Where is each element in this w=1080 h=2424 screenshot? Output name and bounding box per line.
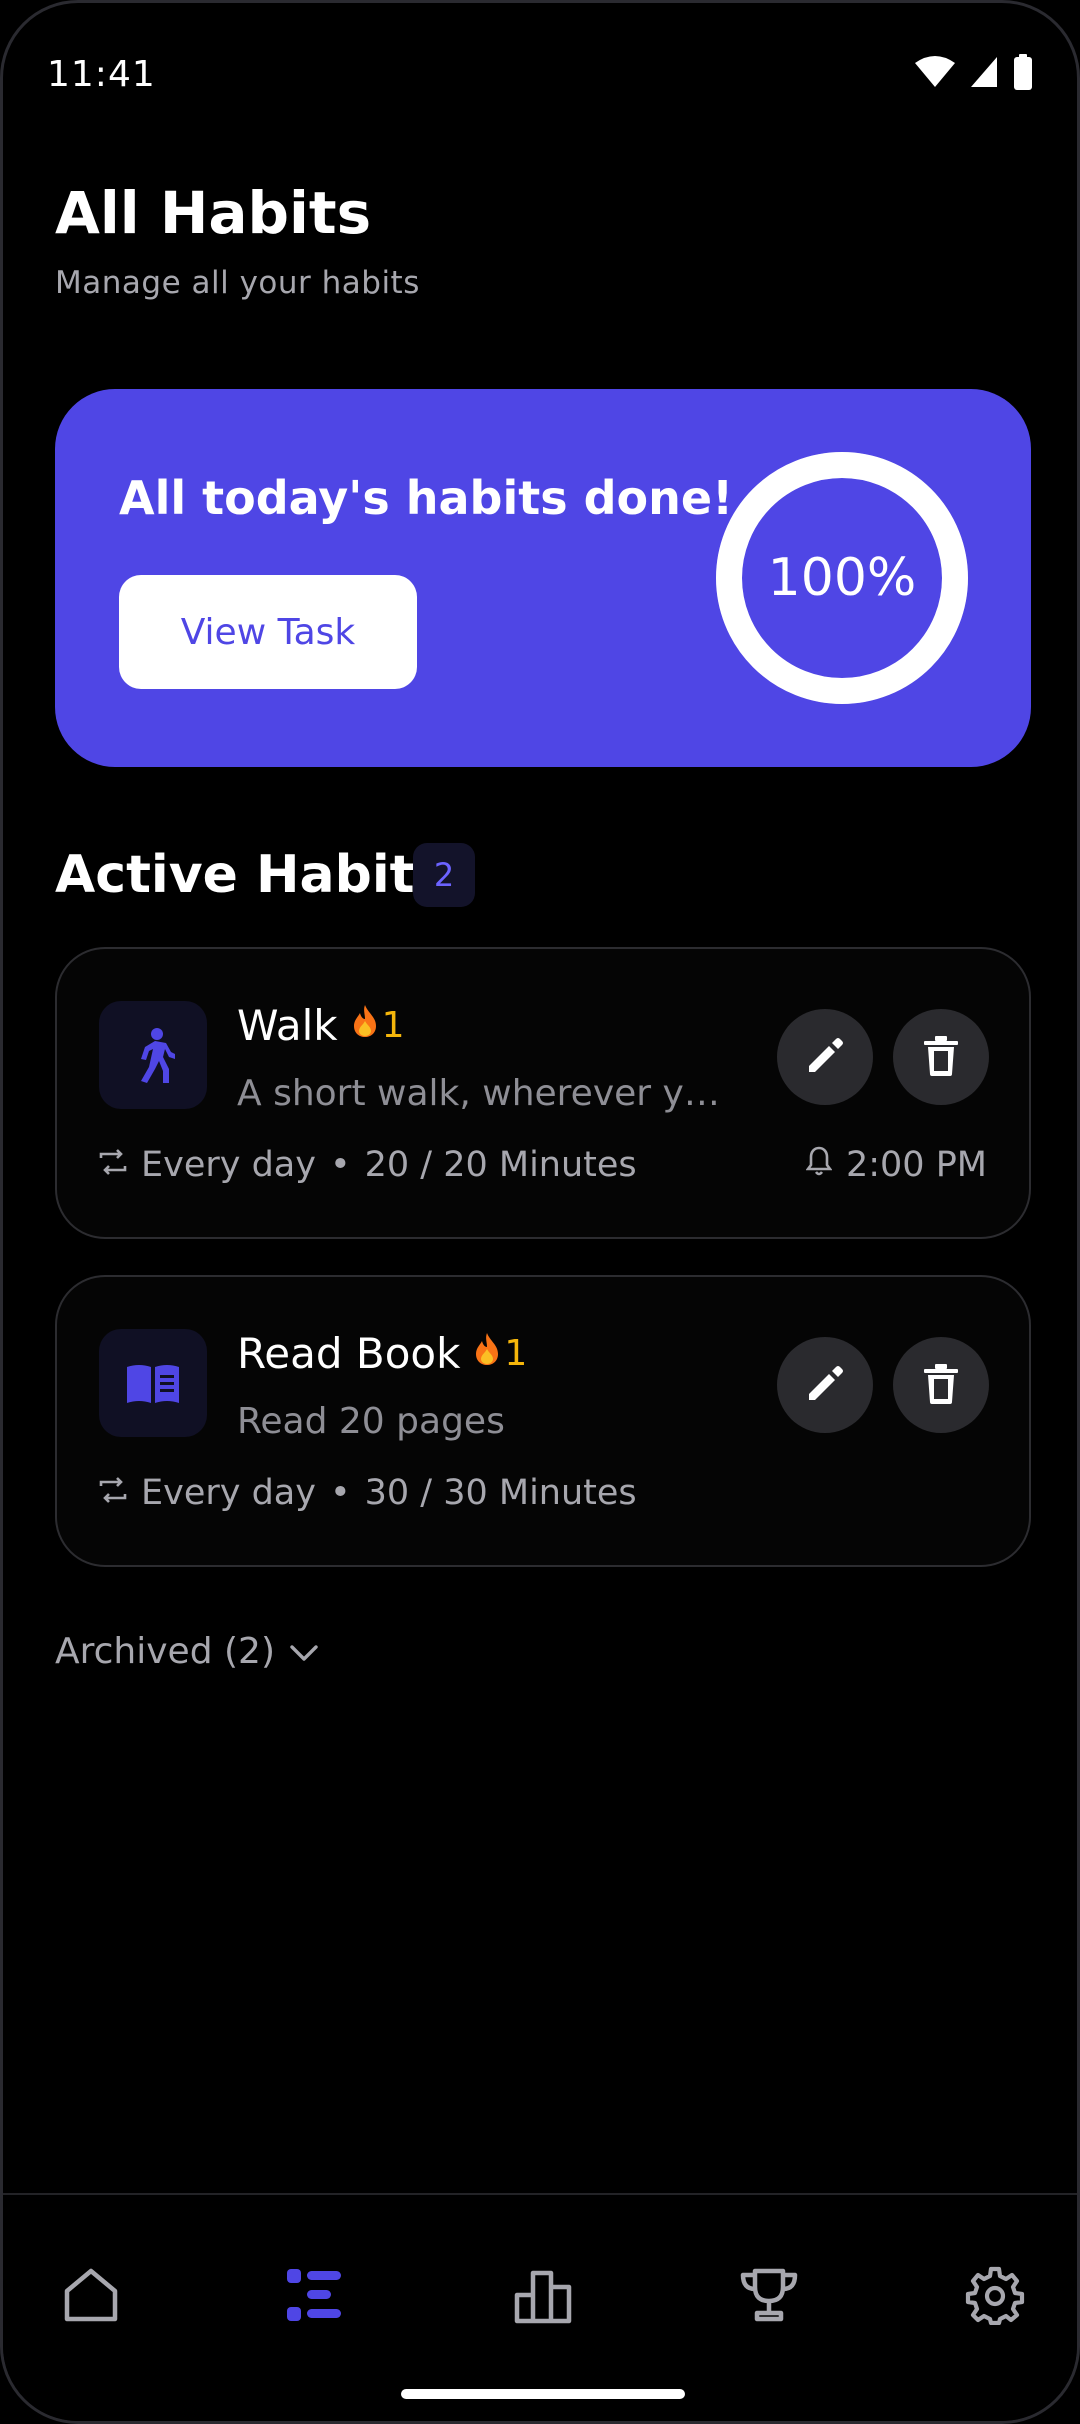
daily-progress-card: All today's habits done! View Task 100% (55, 389, 1031, 767)
habit-schedule: Every day • 20 / 20 Minutes (99, 1145, 637, 1185)
phone-screen: 11:41 All Habits Manage all your habits … (0, 0, 1080, 2424)
habit-frequency: Every day (141, 1145, 316, 1185)
reminder-time: 2:00 PM (845, 1145, 987, 1185)
bullet-separator: • (329, 1473, 351, 1513)
nav-settings[interactable] (955, 2257, 1035, 2337)
wifi-icon (915, 55, 955, 93)
trash-icon (924, 1035, 958, 1079)
stats-icon (513, 2265, 573, 2329)
settings-icon (965, 2265, 1025, 2329)
habits-list-icon (285, 2265, 345, 2329)
edit-habit-button[interactable] (777, 1009, 873, 1105)
trash-icon (924, 1363, 958, 1407)
repeat-icon (99, 1473, 127, 1513)
active-habits-title: Active Habits (55, 845, 446, 905)
nav-achievements[interactable] (729, 2257, 809, 2337)
habit-card-read-book[interactable]: Read Book 1 Read 20 pages Every day • 30… (55, 1275, 1031, 1567)
nav-stats[interactable] (503, 2257, 583, 2337)
pencil-icon (805, 1364, 845, 1407)
walk-icon (99, 1001, 207, 1109)
home-indicator[interactable] (401, 2389, 685, 2399)
chevron-down-icon (289, 1631, 319, 1672)
repeat-icon (99, 1145, 127, 1185)
habit-schedule: Every day • 30 / 30 Minutes (99, 1473, 637, 1513)
edit-habit-button[interactable] (777, 1337, 873, 1433)
trophy-icon (739, 2265, 799, 2329)
habit-description: Read 20 pages (237, 1401, 505, 1442)
status-time: 11:41 (47, 53, 156, 95)
delete-habit-button[interactable] (893, 1337, 989, 1433)
streak-count: 1 (381, 1005, 405, 1046)
habit-reminder: 2:00 PM (805, 1145, 987, 1185)
active-habits-count-badge: 2 (413, 843, 475, 907)
progress-percent: 100% (767, 548, 917, 608)
habit-frequency: Every day (141, 1473, 316, 1513)
habit-goal: 20 / 20 Minutes (364, 1145, 637, 1185)
streak-count: 1 (504, 1333, 528, 1374)
fire-icon (352, 1005, 378, 1046)
page-title: All Habits (55, 179, 372, 247)
nav-home[interactable] (51, 2257, 131, 2337)
habit-name-row: Walk 1 (237, 1001, 404, 1050)
status-bar: 11:41 (47, 49, 1033, 99)
progress-message: All today's habits done! (119, 471, 734, 525)
archived-label: Archived (2) (55, 1631, 275, 1672)
bullet-separator: • (329, 1145, 351, 1185)
pencil-icon (805, 1036, 845, 1079)
habit-goal: 30 / 30 Minutes (364, 1473, 637, 1513)
nav-habits[interactable] (275, 2257, 355, 2337)
battery-icon (1013, 54, 1033, 94)
signal-icon (969, 55, 999, 93)
habit-description: A short walk, wherever you are. (237, 1073, 737, 1114)
status-icons (915, 54, 1033, 94)
page-subtitle: Manage all your habits (55, 265, 420, 301)
bell-icon (805, 1145, 833, 1185)
book-icon (99, 1329, 207, 1437)
delete-habit-button[interactable] (893, 1009, 989, 1105)
habit-card-walk[interactable]: Walk 1 A short walk, wherever you are. E (55, 947, 1031, 1239)
habit-name: Read Book (237, 1329, 461, 1378)
habit-name: Walk (237, 1001, 338, 1050)
streak-badge: 1 (352, 1005, 405, 1046)
home-icon (61, 2265, 121, 2329)
fire-icon (474, 1333, 500, 1374)
view-task-button[interactable]: View Task (119, 575, 417, 689)
streak-badge: 1 (474, 1333, 527, 1374)
habit-name-row: Read Book 1 (237, 1329, 527, 1378)
archived-toggle[interactable]: Archived (2) (55, 1631, 319, 1672)
